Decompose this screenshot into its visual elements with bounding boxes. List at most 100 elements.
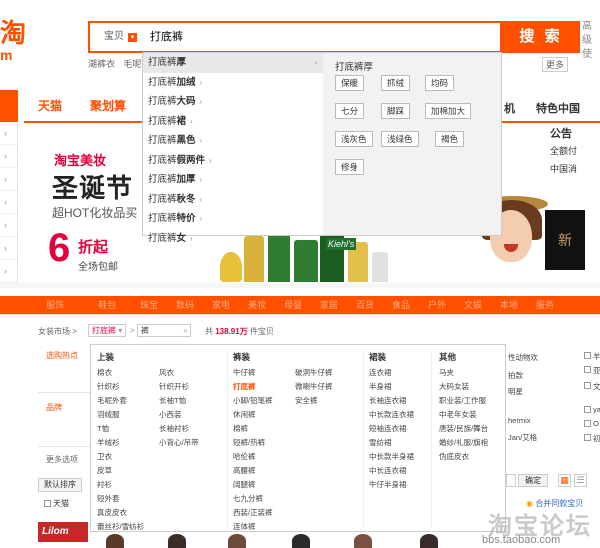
menu-item[interactable]: 西装/正装裤 bbox=[233, 507, 273, 518]
menu-item[interactable]: 中长连衣裙 bbox=[369, 465, 407, 476]
menu-item[interactable]: 婚纱/礼服/旗袍 bbox=[439, 437, 488, 448]
menu-item[interactable]: 针织衫 bbox=[97, 381, 120, 392]
filter-link[interactable]: 拍款 bbox=[508, 370, 523, 381]
menu-item[interactable]: 针织开衫 bbox=[159, 381, 189, 392]
category-link[interactable]: 数码 bbox=[176, 298, 194, 311]
menu-item[interactable]: 休闲裤 bbox=[233, 409, 256, 420]
menu-item[interactable]: 连衣裙 bbox=[369, 367, 392, 378]
menu-item[interactable]: 马夹 bbox=[439, 367, 454, 378]
menu-item[interactable]: 长袖T恤 bbox=[159, 395, 186, 406]
suggestion-item[interactable]: 打底裤加绒 › bbox=[143, 73, 323, 93]
menu-item[interactable]: 半身裙 bbox=[369, 381, 392, 392]
chevron-right-icon[interactable]: › bbox=[0, 260, 17, 283]
category-link[interactable]: 珠宝 bbox=[140, 298, 158, 311]
lilom-ad-logo[interactable]: Lilom bbox=[38, 522, 88, 542]
menu-item[interactable]: 连体裤 bbox=[233, 521, 256, 532]
filter-link[interactable]: 性动物欢 bbox=[508, 352, 538, 363]
menu-item[interactable]: 牛仔半身裙 bbox=[369, 479, 407, 490]
attribute-tag[interactable]: 加棉加大 bbox=[425, 103, 472, 119]
menu-item[interactable]: 中长款半身裙 bbox=[369, 451, 414, 462]
attribute-tag[interactable]: 修身 bbox=[335, 159, 365, 175]
menu-item[interactable]: 高腰裤 bbox=[233, 465, 256, 476]
search-button[interactable]: 搜 索 bbox=[502, 21, 580, 53]
chevron-right-icon[interactable]: › bbox=[0, 214, 17, 237]
menu-item[interactable]: 小脚/铅笔裤 bbox=[233, 395, 273, 406]
menu-item[interactable]: 短袖连衣裙 bbox=[369, 423, 407, 434]
menu-item[interactable]: 安全裤 bbox=[295, 395, 318, 406]
product-thumbnail[interactable] bbox=[168, 534, 186, 548]
menu-item[interactable]: 棉裤 bbox=[233, 423, 248, 434]
menu-item[interactable]: 棉衣 bbox=[97, 367, 112, 378]
more-options-link[interactable]: 更多选项 bbox=[46, 454, 78, 465]
search-icon[interactable]: ⌕ bbox=[184, 325, 188, 336]
menu-item[interactable]: 大码女装 bbox=[439, 381, 469, 392]
suggestion-item[interactable]: 打底裤厚 › bbox=[143, 53, 323, 73]
nav-item-phone[interactable]: 机 bbox=[504, 100, 515, 116]
refine-search-input[interactable]: 裤 ⌕ bbox=[137, 324, 191, 337]
menu-item[interactable]: 短外套 bbox=[97, 493, 120, 504]
menu-item[interactable]: 七九分裤 bbox=[233, 493, 263, 504]
menu-item[interactable]: 羽绒服 bbox=[97, 409, 120, 420]
suggestion-item[interactable]: 打底裤黑色 › bbox=[143, 131, 323, 151]
menu-item[interactable]: 牛仔裤 bbox=[233, 367, 256, 378]
category-link[interactable]: 母婴 bbox=[284, 298, 302, 311]
search-scope-select[interactable]: 宝贝 ▾ bbox=[90, 23, 140, 51]
notice-link[interactable]: 全额付 bbox=[550, 142, 600, 160]
menu-item[interactable]: T恤 bbox=[97, 423, 109, 434]
attribute-tag[interactable]: 保暖 bbox=[335, 75, 365, 91]
menu-item[interactable]: 哈伦裤 bbox=[233, 451, 256, 462]
suggestion-item[interactable]: 打底裤女 › bbox=[143, 229, 323, 249]
filter-link[interactable]: 明星 bbox=[508, 386, 523, 397]
menu-item[interactable]: 小背心/吊带 bbox=[159, 437, 199, 448]
menu-item[interactable]: 蕾丝衫/雪纺衫 bbox=[97, 521, 144, 532]
attribute-tag[interactable]: 均码 bbox=[425, 75, 455, 91]
checkbox-icon[interactable] bbox=[584, 366, 591, 373]
suggestion-item[interactable]: 打底裤假两件 › bbox=[143, 151, 323, 171]
checkbox-icon[interactable] bbox=[584, 352, 591, 359]
chevron-right-icon[interactable]: › bbox=[0, 122, 17, 145]
menu-item[interactable]: 短裤/热裤 bbox=[233, 437, 265, 448]
menu-item[interactable]: 微喇牛仔裤 bbox=[295, 381, 333, 392]
brand-link[interactable]: hermix bbox=[508, 416, 531, 425]
category-link[interactable]: 百货 bbox=[356, 298, 374, 311]
category-link[interactable]: 文娱 bbox=[464, 298, 482, 311]
category-link[interactable]: 家电 bbox=[212, 298, 230, 311]
attribute-tag[interactable]: 脚踩 bbox=[381, 103, 411, 119]
category-link[interactable]: 食品 bbox=[392, 298, 410, 311]
suggestion-item[interactable]: 打底裤大码 › bbox=[143, 92, 323, 112]
menu-item[interactable]: 伪底皮衣 bbox=[439, 451, 469, 462]
category-link[interactable]: 服务 bbox=[536, 298, 554, 311]
menu-item[interactable]: 毛呢外套 bbox=[97, 395, 127, 406]
advanced-search-fragment[interactable]: 高 级 使 bbox=[582, 20, 600, 62]
attribute-tag[interactable]: 褐色 bbox=[435, 131, 465, 147]
menu-item[interactable]: 风衣 bbox=[159, 367, 174, 378]
suggestion-item[interactable]: 打底裤裙 › bbox=[143, 112, 323, 132]
chevron-right-icon[interactable]: › bbox=[0, 168, 17, 191]
menu-item[interactable]: 破洞牛仔裤 bbox=[295, 367, 333, 378]
category-link[interactable]: 美妆 bbox=[248, 298, 266, 311]
category-link[interactable]: 家居 bbox=[320, 298, 338, 311]
attribute-tag[interactable]: 抓绒 bbox=[381, 75, 411, 91]
chevron-right-icon[interactable]: › bbox=[0, 145, 17, 168]
list-view-icon[interactable]: ☰ bbox=[574, 474, 587, 487]
menu-item[interactable]: 长袖衬衫 bbox=[159, 423, 189, 434]
menu-item[interactable]: 衬衫 bbox=[97, 479, 112, 490]
menu-item[interactable]: 羊绒衫 bbox=[97, 437, 120, 448]
attribute-tag[interactable]: 浅绿色 bbox=[381, 131, 419, 147]
price-input[interactable] bbox=[506, 474, 516, 487]
menu-item[interactable]: 职业装/工作服 bbox=[439, 395, 486, 406]
confirm-button[interactable]: 确定 bbox=[518, 474, 548, 487]
nav-tmall[interactable]: 天猫 bbox=[38, 92, 62, 120]
suggestion-item[interactable]: 打底裤加厚 › bbox=[143, 170, 323, 190]
menu-item[interactable]: 唐装/民族/舞台 bbox=[439, 423, 488, 434]
more-link[interactable]: 更多 bbox=[542, 57, 569, 72]
checkbox-icon[interactable] bbox=[584, 382, 591, 389]
menu-item[interactable]: 皮草 bbox=[97, 465, 112, 476]
checkbox-icon[interactable] bbox=[584, 434, 591, 441]
suggestion-item[interactable]: 打底裤特价 › bbox=[143, 209, 323, 229]
menu-item[interactable]: 长袖连衣裙 bbox=[369, 395, 407, 406]
notice-link[interactable]: 中国消 bbox=[550, 160, 600, 178]
suggestion-item[interactable]: 打底裤秋冬 › bbox=[143, 190, 323, 210]
product-thumbnail[interactable] bbox=[292, 534, 310, 548]
grid-view-icon[interactable]: ▦ bbox=[558, 474, 571, 487]
